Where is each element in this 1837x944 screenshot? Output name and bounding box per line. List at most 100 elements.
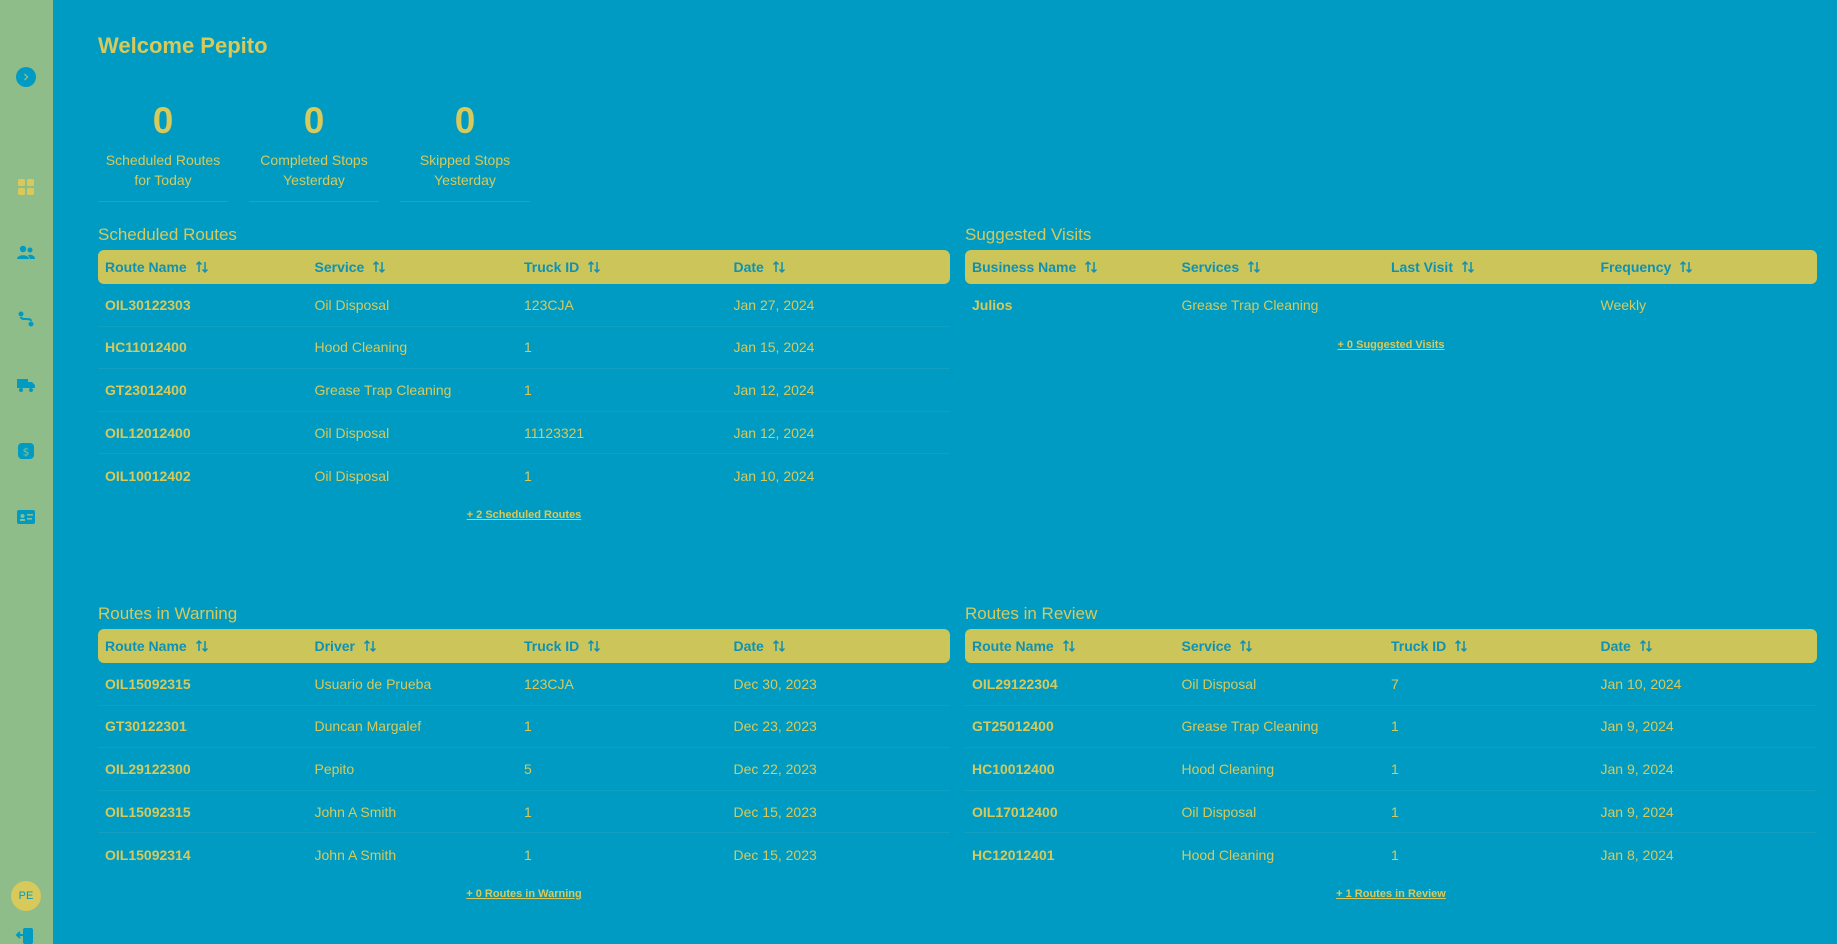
users-icon bbox=[16, 245, 35, 259]
route-name-cell[interactable]: HC11012400 bbox=[105, 339, 315, 355]
table-row[interactable]: OIL29122304 Oil Disposal 7 Jan 10, 2024 bbox=[965, 663, 1817, 706]
column-header-date[interactable]: Date bbox=[734, 638, 944, 654]
sidebar-item-billing[interactable]: $ bbox=[15, 440, 36, 461]
column-header-frequency[interactable]: Frequency bbox=[1601, 259, 1811, 275]
table-row[interactable]: Julios Grease Trap Cleaning Weekly bbox=[965, 284, 1817, 327]
sort-icon bbox=[363, 639, 376, 653]
more-suggested-visits-link[interactable]: + 0 Suggested Visits bbox=[965, 339, 1817, 351]
table-row[interactable]: GT25012400 Grease Trap Cleaning 1 Jan 9, 20… bbox=[965, 706, 1817, 749]
truck-id-cell: 11123321 bbox=[524, 424, 585, 441]
column-header-business-name[interactable]: Business Name bbox=[972, 259, 1182, 275]
service-cell: Oil Disposal bbox=[1181, 803, 1257, 820]
route-name-cell[interactable]: OIL29122304 bbox=[972, 676, 1182, 692]
table-row[interactable]: OIL15092314 John A Smith 1 Dec 15, 2023 bbox=[98, 833, 950, 876]
services-cell: Grease Trap Cleaning bbox=[1181, 297, 1319, 314]
routes-in-review-panel: Routes in Review Route Name Service Truc… bbox=[965, 603, 1817, 900]
date-cell: Dec 15, 2023 bbox=[733, 803, 817, 820]
truck-id-cell: 5 bbox=[524, 760, 532, 777]
table-header: Route Name Driver Truck ID Date bbox=[98, 629, 950, 663]
sort-icon bbox=[1461, 260, 1475, 274]
date-cell: Jan 9, 2024 bbox=[1600, 803, 1674, 820]
sidebar-item-contacts[interactable] bbox=[15, 506, 36, 527]
table-row[interactable]: GT23012400 Grease Trap Cleaning 1 Jan 12, 2… bbox=[98, 369, 950, 412]
date-cell: Jan 27, 2024 bbox=[733, 296, 815, 313]
date-cell: Jan 8, 2024 bbox=[1600, 846, 1674, 863]
more-scheduled-routes-link[interactable]: + 2 Scheduled Routes bbox=[98, 509, 950, 521]
table-row[interactable]: HC11012400 Hood Cleaning 1 Jan 15, 2024 bbox=[98, 327, 950, 370]
route-name-cell[interactable]: GT30122301 bbox=[105, 718, 315, 734]
sidebar-item-users[interactable] bbox=[15, 242, 36, 263]
column-header-driver[interactable]: Driver bbox=[315, 638, 525, 654]
table-row[interactable]: OIL10012402 Oil Disposal 1 Jan 10, 2024 bbox=[98, 454, 950, 497]
route-name-cell[interactable]: OIL10012402 bbox=[105, 468, 315, 484]
table-row[interactable]: OIL15092315 Usuario de Prueba 123CJA Dec 30… bbox=[98, 663, 950, 706]
expand-sidebar-button[interactable] bbox=[16, 67, 36, 87]
more-routes-in-warning-link[interactable]: + 0 Routes in Warning bbox=[98, 888, 950, 900]
truck-id-cell: 1 bbox=[524, 803, 532, 820]
truck-id-cell: 1 bbox=[1391, 803, 1399, 820]
more-routes-in-review-link[interactable]: + 1 Routes in Review bbox=[965, 888, 1817, 900]
grid-icon bbox=[17, 178, 34, 195]
truck-id-cell: 1 bbox=[1391, 846, 1399, 863]
column-header-truck-id[interactable]: Truck ID bbox=[1391, 638, 1601, 654]
id-card-icon bbox=[16, 509, 35, 524]
route-name-cell[interactable]: OIL17012400 bbox=[972, 804, 1182, 820]
service-cell: Oil Disposal bbox=[1181, 675, 1257, 692]
table-row[interactable]: OIL29122300 Pepito 5 Dec 22, 2023 bbox=[98, 748, 950, 791]
route-name-cell[interactable]: GT23012400 bbox=[105, 382, 315, 398]
column-header-date[interactable]: Date bbox=[1601, 638, 1811, 654]
column-header-route-name[interactable]: Route Name bbox=[105, 259, 315, 275]
table-row[interactable]: OIL12012400 Oil Disposal 11123321 Jan 12, 2… bbox=[98, 412, 950, 455]
column-header-date[interactable]: Date bbox=[734, 259, 944, 275]
service-cell: Grease Trap Cleaning bbox=[314, 381, 452, 398]
date-cell: Dec 30, 2023 bbox=[733, 675, 817, 692]
truck-id-cell: 123CJA bbox=[524, 675, 574, 692]
route-name-cell[interactable]: HC12012401 bbox=[972, 847, 1182, 863]
stat-scheduled-routes: 0 Scheduled Routes for Today bbox=[98, 100, 228, 202]
logout-button[interactable] bbox=[15, 926, 37, 944]
column-header-services[interactable]: Services bbox=[1182, 259, 1392, 275]
column-header-last-visit[interactable]: Last Visit bbox=[1391, 259, 1601, 275]
truck-id-cell: 7 bbox=[1391, 675, 1399, 692]
column-header-service[interactable]: Service bbox=[315, 259, 525, 275]
sort-icon bbox=[1680, 260, 1693, 274]
table-row[interactable]: HC10012400 Hood Cleaning 1 Jan 9, 2024 bbox=[965, 748, 1817, 791]
route-name-cell[interactable]: OIL12012400 bbox=[105, 425, 315, 441]
column-header-service[interactable]: Service bbox=[1182, 638, 1392, 654]
table-row[interactable]: OIL17012400 Oil Disposal 1 Jan 9, 2024 bbox=[965, 791, 1817, 834]
column-header-route-name[interactable]: Route Name bbox=[105, 638, 315, 654]
date-cell: Jan 15, 2024 bbox=[733, 339, 815, 356]
truck-icon bbox=[16, 378, 35, 392]
business-name-cell[interactable]: Julios bbox=[972, 297, 1182, 313]
route-name-cell[interactable]: HC10012400 bbox=[972, 761, 1182, 777]
route-name-cell[interactable]: OIL15092314 bbox=[105, 847, 315, 863]
stat-label: Completed Stops Yesterday bbox=[260, 152, 368, 188]
table-row[interactable]: OIL15092315 John A Smith 1 Dec 15, 2023 bbox=[98, 791, 950, 834]
sidebar-item-dashboard[interactable] bbox=[15, 176, 36, 197]
sort-icon bbox=[588, 260, 601, 274]
column-header-route-name[interactable]: Route Name bbox=[972, 638, 1182, 654]
table-header: Route Name Service Truck ID Date bbox=[98, 250, 950, 284]
column-header-truck-id[interactable]: Truck ID bbox=[524, 638, 734, 654]
sort-icon bbox=[195, 639, 208, 653]
table-row[interactable]: OIL30122303 Oil Disposal 123CJA Jan 27, 202… bbox=[98, 284, 950, 327]
sidebar-item-routes[interactable] bbox=[15, 308, 36, 329]
avatar-initials: PE bbox=[18, 890, 34, 902]
route-name-cell[interactable]: OIL30122303 bbox=[105, 297, 315, 313]
route-name-cell[interactable]: OIL29122300 bbox=[105, 761, 315, 777]
logout-icon bbox=[15, 928, 33, 944]
truck-id-cell: 1 bbox=[524, 718, 532, 735]
date-cell: Jan 12, 2024 bbox=[733, 381, 815, 398]
table-row[interactable]: GT30122301 Duncan Margalef 1 Dec 23, 2023 bbox=[98, 706, 950, 749]
route-name-cell[interactable]: GT25012400 bbox=[972, 718, 1182, 734]
column-header-truck-id[interactable]: Truck ID bbox=[524, 259, 734, 275]
route-name-cell[interactable]: OIL15092315 bbox=[105, 676, 315, 692]
avatar[interactable]: PE bbox=[11, 881, 41, 911]
truck-id-cell: 1 bbox=[524, 339, 532, 356]
driver-cell: Usuario de Prueba bbox=[314, 675, 432, 692]
date-cell: Dec 15, 2023 bbox=[733, 846, 817, 863]
table-row[interactable]: HC12012401 Hood Cleaning 1 Jan 8, 2024 bbox=[965, 833, 1817, 876]
sidebar-item-trucks[interactable] bbox=[15, 374, 36, 395]
sort-icon bbox=[1062, 639, 1075, 653]
route-name-cell[interactable]: OIL15092315 bbox=[105, 804, 315, 820]
